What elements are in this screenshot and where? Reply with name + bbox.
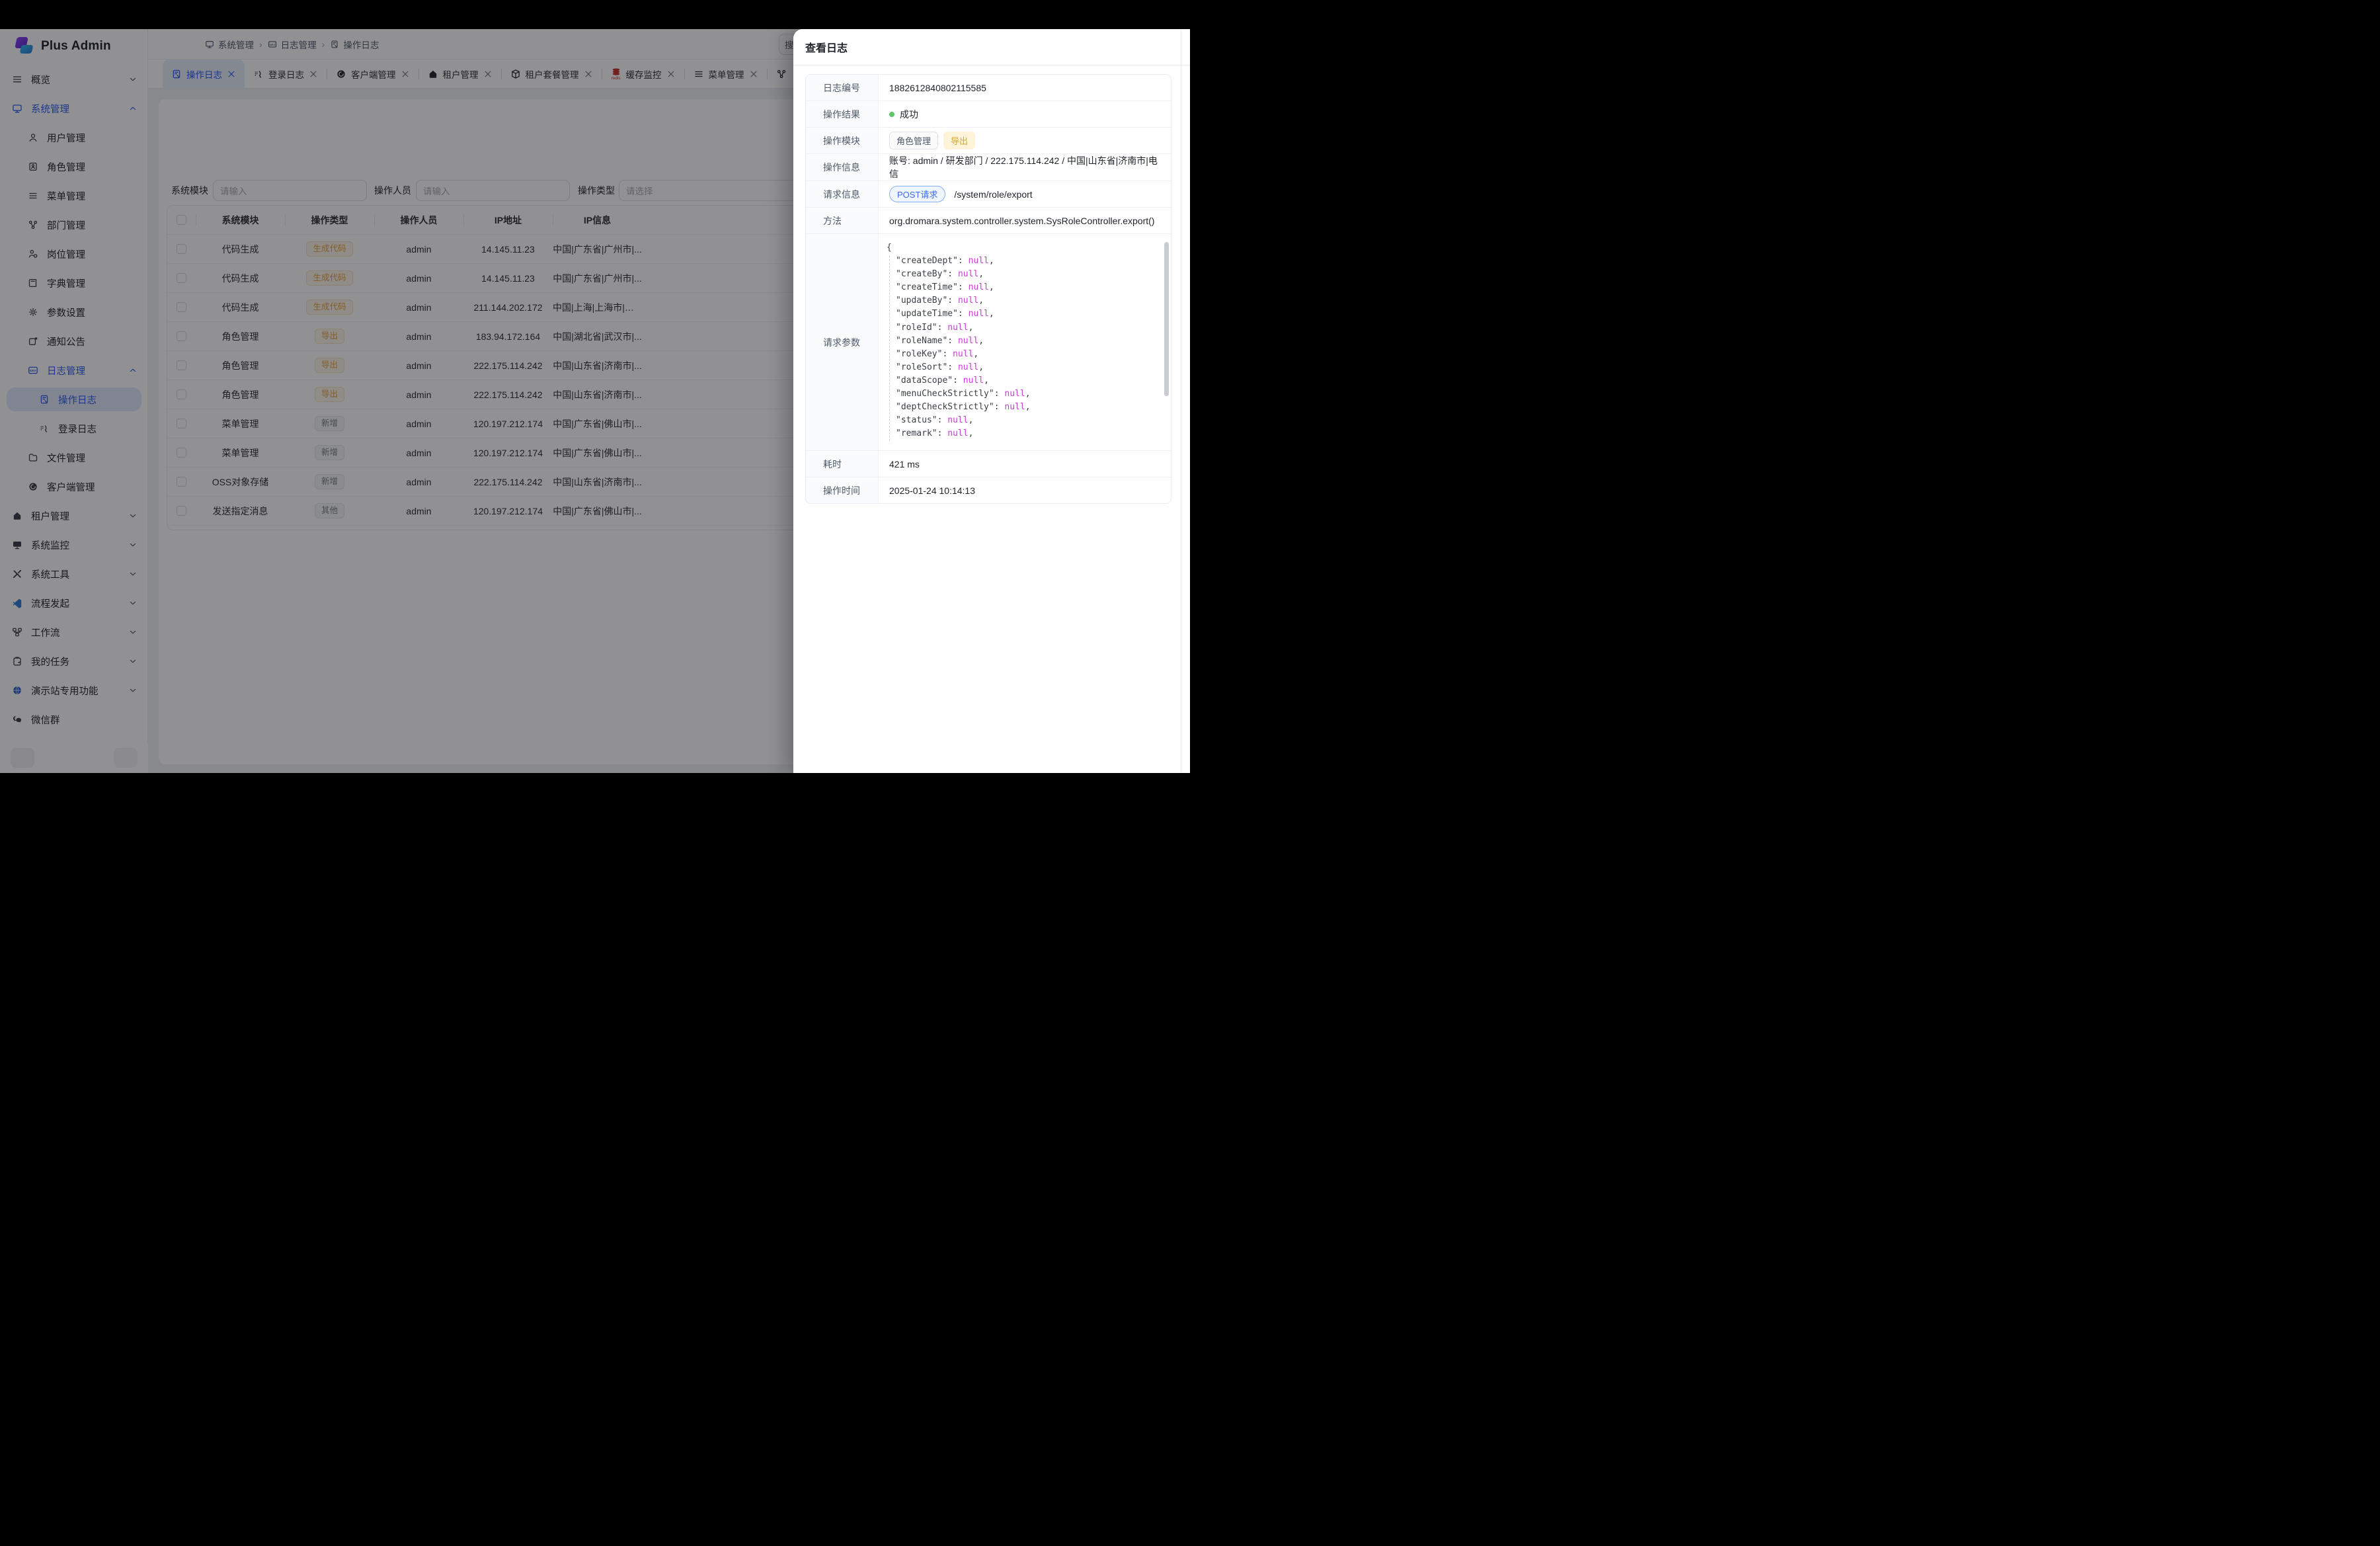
detail-value: 角色管理导出 xyxy=(879,128,1171,153)
log-detail-table: 日志编号1882612840802115585操作结果成功操作模块角色管理导出操… xyxy=(805,74,1171,504)
detail-row-操作模块: 操作模块角色管理导出 xyxy=(806,128,1171,154)
code-line: { xyxy=(887,241,1158,255)
detail-label: 请求参数 xyxy=(806,234,879,450)
close-icon[interactable] xyxy=(1156,42,1166,52)
code-line: "createBy": null, xyxy=(887,268,1158,281)
screenshot-page: Plus Admin 概览系统管理用户管理角色管理菜单管理部门管理岗位管理字典管… xyxy=(0,0,1190,773)
detail-label: 耗时 xyxy=(806,451,879,477)
request-url: /system/role/export xyxy=(954,189,1032,200)
module-tag: 导出 xyxy=(943,132,975,149)
indent-guide xyxy=(889,256,890,441)
post-method-tag: POST请求 xyxy=(889,186,945,202)
detail-value: 1882612840802115585 xyxy=(879,75,1171,101)
detail-text: 1882612840802115585 xyxy=(889,83,986,93)
app-stage: Plus Admin 概览系统管理用户管理角色管理菜单管理部门管理岗位管理字典管… xyxy=(0,29,1190,773)
request-params-code[interactable]: {"createDept": null,"createBy": null,"cr… xyxy=(879,234,1171,450)
module-tag: 角色管理 xyxy=(889,132,938,149)
detail-label: 日志编号 xyxy=(806,75,879,101)
detail-value: org.dromara.system.controller.system.Sys… xyxy=(879,208,1171,233)
code-line: "roleName": null, xyxy=(887,335,1158,348)
detail-label: 请求信息 xyxy=(806,181,879,207)
detail-value: 成功 xyxy=(879,101,1171,127)
code-line: "roleSort": null, xyxy=(887,361,1158,374)
code-line: "updateTime": null, xyxy=(887,307,1158,321)
detail-text: 2025-01-24 10:14:13 xyxy=(889,485,975,496)
detail-text: 421 ms xyxy=(889,459,920,469)
drawer-title: 查看日志 xyxy=(805,39,848,55)
code-scrollbar-thumb[interactable] xyxy=(1164,242,1169,396)
code-line: "roleId": null, xyxy=(887,321,1158,335)
detail-value: 账号: admin / 研发部门 / 222.175.114.242 / 中国|… xyxy=(879,154,1171,181)
status-text: 成功 xyxy=(900,108,918,121)
detail-value: 421 ms xyxy=(879,451,1171,477)
code-line: "status": null, xyxy=(887,414,1158,427)
detail-label: 方法 xyxy=(806,208,879,233)
code-line: "createTime": null, xyxy=(887,281,1158,294)
code-line: "dataScope": null, xyxy=(887,374,1158,387)
detail-row-日志编号: 日志编号 1882612840802115585 xyxy=(806,75,1171,101)
view-log-drawer: 查看日志 日志编号 1882612840802115585 操作结果 成功操作模块角色… xyxy=(793,29,1190,773)
detail-row-操作结果: 操作结果 成功 xyxy=(806,101,1171,128)
code-line: "menuCheckStrictly": null, xyxy=(887,387,1158,401)
detail-label: 操作模块 xyxy=(806,128,879,153)
detail-text: 账号: admin / 研发部门 / 222.175.114.242 / 中国|… xyxy=(889,154,1162,181)
detail-label: 操作信息 xyxy=(806,154,879,181)
code-line: "updateBy": null, xyxy=(887,294,1158,307)
code-line: "roleKey": null, xyxy=(887,348,1158,361)
detail-row-方法: 方法 org.dromara.system.controller.system.S… xyxy=(806,208,1171,234)
detail-text: org.dromara.system.controller.system.Sys… xyxy=(889,216,1154,226)
detail-label: 操作结果 xyxy=(806,101,879,127)
drawer-header: 查看日志 xyxy=(793,29,1190,65)
detail-label: 操作时间 xyxy=(806,477,879,503)
detail-row-操作时间: 操作时间 2025-01-24 10:14:13 xyxy=(806,477,1171,503)
detail-row-请求信息: 请求信息POST请求/system/role/export xyxy=(806,181,1171,208)
detail-row-耗时: 耗时 421 ms xyxy=(806,451,1171,477)
detail-value: POST请求/system/role/export xyxy=(879,181,1171,207)
success-dot-icon xyxy=(889,112,894,117)
code-line: "createDept": null, xyxy=(887,255,1158,268)
detail-value: 2025-01-24 10:14:13 xyxy=(879,477,1171,503)
detail-value: {"createDept": null,"createBy": null,"cr… xyxy=(879,234,1171,450)
detail-row-请求参数: 请求参数{"createDept": null,"createBy": null… xyxy=(806,234,1171,451)
detail-row-操作信息: 操作信息账号: admin / 研发部门 / 222.175.114.242 /… xyxy=(806,154,1171,181)
code-line: "remark": null, xyxy=(887,427,1158,440)
code-line: "deptCheckStrictly": null, xyxy=(887,401,1158,414)
